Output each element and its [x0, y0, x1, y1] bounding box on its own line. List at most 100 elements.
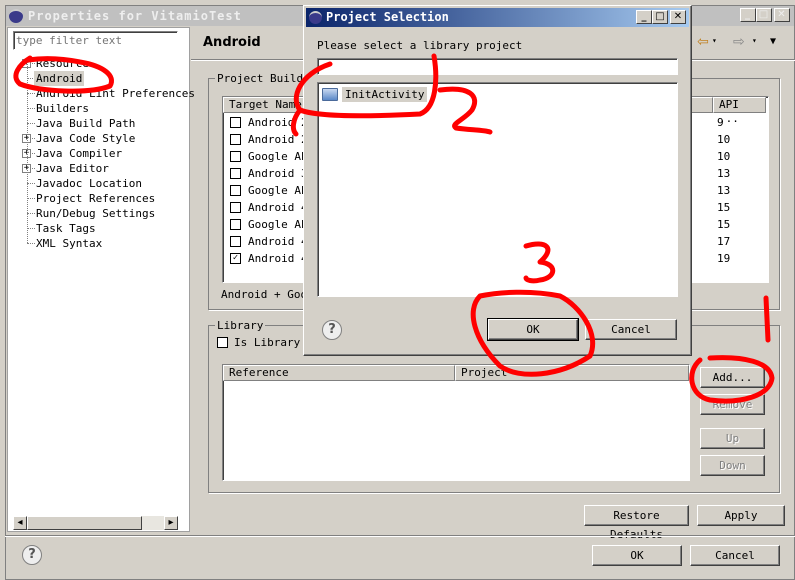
target-name[interactable]: Android 4 [248, 250, 308, 267]
tree-connector [27, 108, 35, 109]
dialog-minimize-button[interactable]: _ [636, 10, 652, 24]
target-name[interactable]: Android 4 [248, 233, 308, 250]
tree-guide-line [27, 62, 28, 243]
target-api-level: 17 [717, 235, 731, 248]
scroll-left-button[interactable]: ◂ [13, 516, 27, 530]
tree-connector [27, 243, 35, 244]
target-checkbox[interactable] [230, 236, 241, 247]
page-title: Android [203, 35, 261, 50]
target-checkbox[interactable] [230, 219, 241, 230]
tree-connector [27, 213, 35, 214]
dialog-title: Project Selection [326, 10, 449, 24]
tree-connector [27, 198, 35, 199]
footer-separator [5, 535, 795, 537]
scroll-thumb[interactable] [27, 516, 142, 530]
target-api-level: 15 [717, 218, 731, 231]
tree-item[interactable]: Task Tags [36, 221, 96, 236]
tree-connector [27, 183, 35, 184]
horizontal-scrollbar[interactable]: ◂ ▸ [13, 516, 178, 530]
target-checkbox[interactable] [230, 151, 241, 162]
target-api-level: 15 [717, 201, 731, 214]
tree-item[interactable]: Android Lint Preferences [36, 86, 195, 101]
maximize-button[interactable]: □ [756, 8, 772, 22]
help-icon[interactable]: ? [22, 545, 42, 565]
target-checkbox[interactable] [230, 117, 241, 128]
target-name[interactable]: Android 3 [248, 165, 308, 182]
down-button[interactable]: Down [700, 455, 765, 476]
view-menu-icon[interactable]: ▼ [770, 36, 776, 47]
dialog-maximize-button[interactable]: □ [652, 10, 668, 24]
restore-defaults-button[interactable]: Restore Defaults [584, 505, 689, 541]
apply-button[interactable]: Apply [697, 505, 785, 526]
target-name[interactable]: Android 2 [248, 131, 308, 148]
column-api[interactable]: API ... [713, 97, 766, 125]
ok-button[interactable]: OK [592, 545, 682, 566]
tree-item[interactable]: Java Code Style [36, 131, 135, 146]
target-checkbox[interactable] [230, 134, 241, 145]
add-library-button[interactable]: Add... [700, 367, 765, 388]
dialog-ok-button[interactable]: OK [487, 318, 579, 341]
forward-dropdown-icon[interactable]: ▾ [752, 36, 757, 45]
tree-connector [27, 123, 35, 124]
tree-item[interactable]: Android [34, 71, 85, 86]
library-reference-table: Reference Project [222, 364, 690, 481]
tree-item[interactable]: Java Build Path [36, 116, 135, 131]
target-checkbox[interactable]: ✓ [230, 253, 241, 264]
project-item[interactable]: InitActivity [322, 85, 428, 103]
up-button[interactable]: Up [700, 428, 765, 449]
dialog-cancel-button[interactable]: Cancel [585, 319, 677, 340]
back-arrow-icon[interactable]: ⇦ [697, 34, 709, 50]
project-list: InitActivity [317, 82, 678, 297]
column-reference[interactable]: Reference [223, 365, 455, 381]
tree-item[interactable]: Java Editor [36, 161, 109, 176]
forward-arrow-icon[interactable]: ⇨ [733, 34, 745, 50]
target-name[interactable]: Android 4 [248, 199, 308, 216]
tree-item[interactable]: Project References [36, 191, 155, 206]
minimize-button[interactable]: _ [740, 8, 756, 22]
tree-item[interactable]: Run/Debug Settings [36, 206, 155, 221]
eclipse-icon [309, 11, 322, 24]
is-library-checkbox[interactable] [217, 337, 228, 348]
filter-input[interactable] [13, 31, 178, 50]
scroll-right-button[interactable]: ▸ [164, 516, 178, 530]
tree-item[interactable]: Resource [36, 56, 89, 71]
cancel-button[interactable]: Cancel [690, 545, 780, 566]
dialog-close-button[interactable]: ✕ [670, 10, 686, 24]
target-name[interactable]: Android 2 [248, 114, 308, 131]
target-name[interactable]: Google AP [248, 182, 308, 199]
window-title: Properties for VitamioTest [28, 9, 242, 23]
property-tree: + Resource Android Android Lint Preferences… [0, 56, 195, 456]
dialog-help-icon[interactable]: ? [322, 320, 342, 340]
target-api-level: 19 [717, 252, 731, 265]
tree-item[interactable]: Javadoc Location [36, 176, 142, 191]
target-checkbox[interactable] [230, 168, 241, 179]
target-api-level: 13 [717, 167, 731, 180]
target-api-level: 10 [717, 133, 731, 146]
target-name[interactable]: Google AP [248, 216, 308, 233]
back-dropdown-icon[interactable]: ▾ [712, 36, 717, 45]
project-selection-dialog: Project Selection _ □ ✕ Please select a … [303, 5, 692, 356]
library-label: Library [215, 319, 266, 332]
column-project[interactable]: Project [455, 365, 689, 381]
dialog-title-bar: Project Selection _ □ ✕ [306, 8, 689, 27]
is-library-label: Is Library [234, 336, 301, 349]
project-folder-icon [322, 87, 338, 101]
target-api-level: 13 [717, 184, 731, 197]
target-api-level: 9 [717, 116, 724, 129]
remove-library-button[interactable]: Remove [700, 394, 765, 415]
target-api-level: 10 [717, 150, 731, 163]
target-description: Android + Goog [221, 288, 314, 301]
tree-connector [27, 93, 35, 94]
eclipse-icon [9, 9, 23, 23]
target-checkbox[interactable] [230, 202, 241, 213]
close-button[interactable]: ✕ [774, 8, 790, 22]
dialog-prompt: Please select a library project [317, 39, 523, 52]
tree-item[interactable]: XML Syntax [36, 236, 102, 251]
tree-item[interactable]: Java Compiler [36, 146, 122, 161]
target-checkbox[interactable] [230, 185, 241, 196]
tree-item[interactable]: Builders [36, 101, 89, 116]
tree-connector [27, 228, 35, 229]
project-item-label: InitActivity [342, 86, 428, 102]
project-filter-input[interactable] [317, 58, 678, 75]
target-name[interactable]: Google AP [248, 148, 308, 165]
